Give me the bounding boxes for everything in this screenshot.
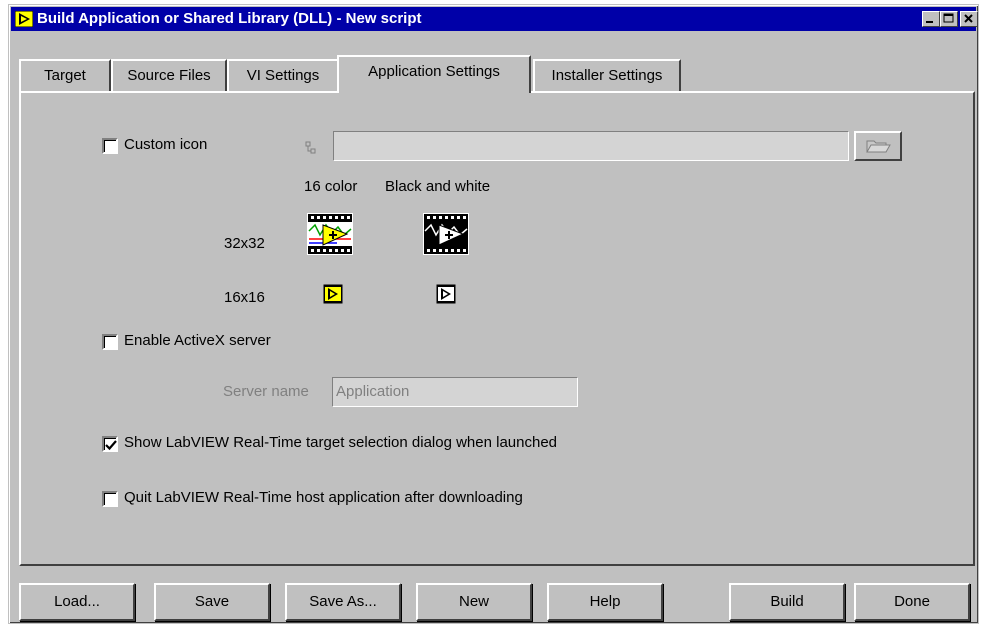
vi-icon-16-bw: [436, 284, 456, 304]
show-target-dialog-label: Show LabVIEW Real-Time target selection …: [124, 434, 558, 451]
tab-target[interactable]: Target: [19, 59, 111, 91]
save-as-button[interactable]: Save As...: [285, 583, 401, 621]
tab-vi-settings[interactable]: VI Settings: [227, 59, 339, 91]
enable-activex-checkbox[interactable]: [102, 334, 118, 350]
window-title: Build Application or Shared Library (DLL…: [37, 10, 422, 27]
labview-vi-icon: [15, 11, 33, 27]
icon-row-32x32: 32x32: [224, 235, 265, 252]
enable-activex-label: Enable ActiveX server: [124, 332, 271, 349]
folder-icon: [866, 140, 891, 153]
icon-column-black-white: Black and white: [385, 178, 491, 195]
minimize-icon: [926, 21, 933, 23]
vi-icon-32-bw: [423, 213, 469, 255]
tab-installer-settings[interactable]: Installer Settings: [533, 59, 681, 91]
new-button[interactable]: New: [416, 583, 532, 621]
load-button[interactable]: Load...: [19, 583, 135, 621]
custom-icon-label: Custom icon: [124, 136, 208, 153]
checkmark-icon: [105, 440, 117, 451]
server-name-field[interactable]: Application: [332, 377, 578, 407]
save-button[interactable]: Save: [154, 583, 270, 621]
icon-row-16x16: 16x16: [224, 289, 265, 306]
custom-icon-checkbox[interactable]: [102, 138, 118, 154]
build-application-window: Build Application or Shared Library (DLL…: [8, 4, 979, 624]
done-button[interactable]: Done: [854, 583, 970, 621]
maximize-button[interactable]: [940, 11, 958, 27]
help-button[interactable]: Help: [547, 583, 663, 621]
maximize-icon: [943, 13, 954, 23]
custom-icon-path-field[interactable]: [333, 131, 849, 161]
minimize-button[interactable]: [922, 11, 940, 27]
close-icon: [964, 14, 973, 23]
quit-host-app-checkbox[interactable]: [102, 491, 118, 507]
quit-host-app-label: Quit LabVIEW Real-Time host application …: [124, 489, 523, 506]
browse-button[interactable]: [854, 131, 902, 161]
build-button[interactable]: Build: [729, 583, 845, 621]
show-target-dialog-checkbox[interactable]: [102, 436, 118, 452]
icon-column-16-color: 16 color: [304, 178, 358, 195]
path-icon: [305, 141, 316, 154]
tab-application-settings[interactable]: Application Settings: [337, 55, 531, 93]
close-button[interactable]: [960, 11, 978, 27]
vi-icon-32-color: [307, 213, 353, 255]
title-bar[interactable]: Build Application or Shared Library (DLL…: [11, 7, 978, 31]
server-name-label: Server name: [223, 383, 309, 400]
tab-source-files[interactable]: Source Files: [111, 59, 227, 91]
vi-icon-16-color: [323, 284, 343, 304]
